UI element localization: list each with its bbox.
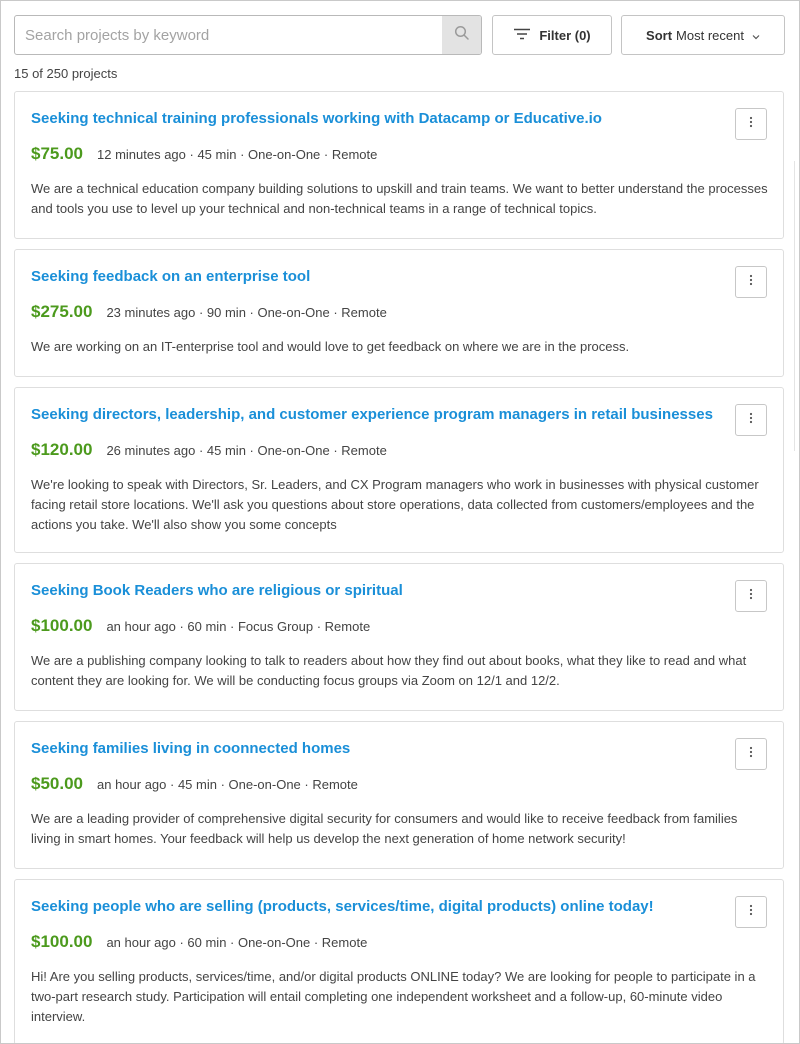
project-details: 26 minutes ago · 45 min · One-on-One · R… — [106, 443, 387, 458]
project-description: We are a publishing company looking to t… — [31, 653, 747, 688]
project-description: We're looking to speak with Directors, S… — [31, 477, 759, 532]
vertical-ellipsis-icon — [749, 115, 753, 133]
project-meta: $120.00 26 minutes ago · 45 min · One-on… — [31, 440, 387, 460]
project-meta: $100.00 an hour ago · 60 min · Focus Gro… — [31, 616, 370, 636]
filter-button[interactable]: Filter (0) — [492, 15, 612, 55]
project-price: $275.00 — [31, 302, 93, 321]
project-details: 23 minutes ago · 90 min · One-on-One · R… — [106, 305, 387, 320]
project-details: an hour ago · 60 min · Focus Group · Rem… — [106, 619, 371, 634]
more-options-button[interactable] — [735, 266, 767, 298]
scrollbar-track[interactable] — [794, 161, 795, 451]
project-card: Seeking directors, leadership, and custo… — [14, 387, 784, 553]
sort-value: Most recent — [676, 27, 744, 43]
project-details: an hour ago · 45 min · One-on-One · Remo… — [97, 777, 358, 792]
filter-label: Filter (0) — [539, 27, 591, 43]
more-options-button[interactable] — [735, 404, 767, 436]
project-title-link[interactable]: Seeking people who are selling (products… — [31, 898, 654, 915]
project-title-link[interactable]: Seeking Book Readers who are religious o… — [31, 582, 403, 599]
sort-button[interactable]: Sort Most recent — [621, 15, 785, 55]
project-price: $50.00 — [31, 774, 83, 793]
more-options-button[interactable] — [735, 738, 767, 770]
search-button[interactable] — [442, 16, 481, 54]
more-options-button[interactable] — [735, 896, 767, 928]
project-price: $100.00 — [31, 616, 93, 635]
vertical-ellipsis-icon — [749, 411, 753, 429]
project-card: Seeking technical training professionals… — [14, 91, 784, 239]
search-icon — [454, 25, 470, 46]
project-card: Seeking people who are selling (products… — [14, 879, 784, 1043]
vertical-ellipsis-icon — [749, 745, 753, 763]
sort-prefix: Sort — [646, 27, 673, 43]
project-meta: $100.00 an hour ago · 60 min · One-on-On… — [31, 932, 367, 952]
vertical-ellipsis-icon — [749, 273, 753, 291]
project-card: Seeking families living in coonnected ho… — [14, 721, 784, 869]
project-title-link[interactable]: Seeking families living in coonnected ho… — [31, 740, 350, 757]
project-price: $120.00 — [31, 440, 93, 459]
project-description: We are a technical education company bui… — [31, 181, 768, 216]
page-frame: Filter (0) Sort Most recent 15 of 250 pr… — [0, 0, 800, 1044]
project-title-link[interactable]: Seeking feedback on an enterprise tool — [31, 268, 310, 285]
project-details: 12 minutes ago · 45 min · One-on-One · R… — [97, 147, 378, 162]
more-options-button[interactable] — [735, 108, 767, 140]
project-card: Seeking feedback on an enterprise tool $… — [14, 249, 784, 377]
project-meta: $50.00 an hour ago · 45 min · One-on-One… — [31, 774, 358, 794]
project-description: Hi! Are you selling products, services/t… — [31, 969, 756, 1024]
project-description: We are working on an IT-enterprise tool … — [31, 339, 630, 354]
search-bar — [14, 15, 482, 55]
filter-lines-icon — [513, 28, 531, 43]
chevron-down-icon — [752, 28, 760, 43]
project-meta: $275.00 23 minutes ago · 90 min · One-on… — [31, 302, 387, 322]
project-title-link[interactable]: Seeking technical training professionals… — [31, 110, 602, 127]
more-options-button[interactable] — [735, 580, 767, 612]
project-price: $75.00 — [31, 144, 83, 163]
vertical-ellipsis-icon — [749, 903, 753, 921]
project-details: an hour ago · 60 min · One-on-One · Remo… — [106, 935, 368, 950]
project-price: $100.00 — [31, 932, 93, 951]
project-title-link[interactable]: Seeking directors, leadership, and custo… — [31, 406, 713, 423]
project-meta: $75.00 12 minutes ago · 45 min · One-on-… — [31, 144, 377, 164]
search-input[interactable] — [15, 16, 443, 54]
project-description: We are a leading provider of comprehensi… — [31, 811, 738, 846]
project-card: Seeking Book Readers who are religious o… — [14, 563, 784, 711]
results-count: 15 of 250 projects — [14, 66, 118, 81]
vertical-ellipsis-icon — [749, 587, 753, 605]
